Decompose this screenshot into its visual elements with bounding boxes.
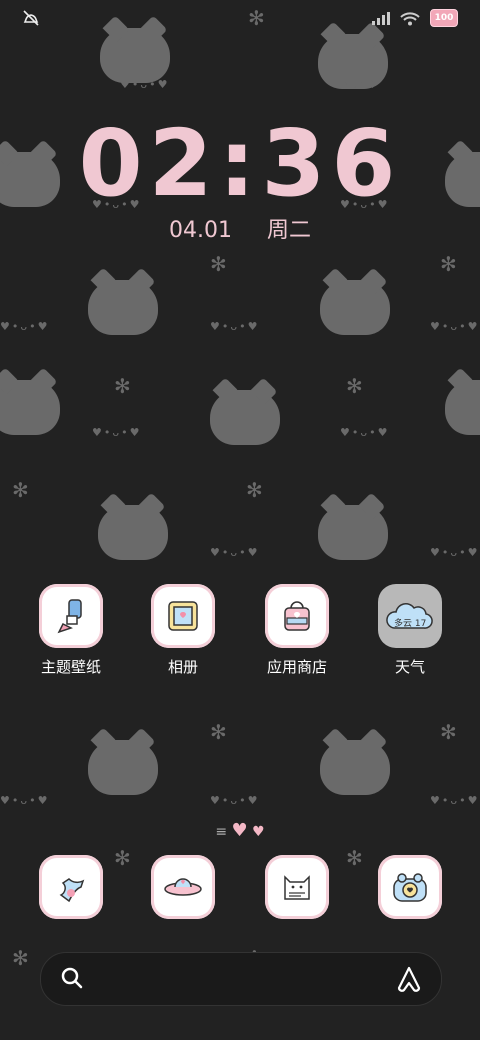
snowflake-icon: ✻ [440,252,457,276]
kitty-pattern [320,280,390,335]
ufo-message-icon[interactable] [151,855,215,919]
heart-deco: ♥•ᴗ•♥ [210,794,260,807]
heart-deco: ♥•ᴗ•♥ [120,78,170,91]
status-bar: 100 [0,0,480,38]
snowflake-icon: ✻ [114,374,131,398]
shopping-bag-icon[interactable] [265,584,329,648]
date-day: 04.01 [169,218,232,243]
heart-deco: ♥•ᴗ•♥ [340,426,390,439]
paint-brush-icon[interactable] [39,584,103,648]
kitty-pattern [0,380,60,435]
heart-deco: ♥•ᴗ•♥ [210,320,260,333]
kitty-pattern [88,740,158,795]
app-gallery[interactable]: 相册 [128,584,238,677]
battery-indicator: 100 [430,9,458,27]
lock-clock[interactable]: 02:36 [0,110,480,217]
search-icon[interactable] [59,965,85,995]
heart-deco: ♥•ᴗ•♥ [0,320,50,333]
app-themes[interactable]: 主题壁纸 [16,584,126,677]
heart-deco: ♥•ᴗ•♥ [430,546,480,559]
app-label: 相册 [167,658,198,676]
photo-frame-icon[interactable] [151,584,215,648]
app-store[interactable]: 应用商店 [242,584,352,677]
kitty-pattern [320,740,390,795]
search-bar[interactable] [40,952,442,1006]
page-indicator[interactable]: ≡ ♥ ♥ [0,820,480,841]
kitty-pattern [98,505,168,560]
heart-deco: ♥•ᴗ•♥ [430,320,480,333]
dock-app-phone[interactable] [16,855,126,919]
kitty-pattern [210,390,280,445]
mute-vibrate-icon [22,9,40,32]
kitty-pattern [318,505,388,560]
assistant-icon[interactable] [395,965,423,997]
app-label: 主题壁纸 [40,658,101,676]
heart-deco: ♥•ᴗ•♥ [210,546,260,559]
date-weekday: 周二 [266,218,311,243]
date-display: 04.01 周二 [0,212,480,244]
app-label: 天气 [394,658,425,676]
heart-deco: ♥•ᴗ•♥ [430,794,480,807]
camera-frog-icon[interactable] [378,855,442,919]
dock-app-notes[interactable] [242,855,352,919]
signal-icon [372,11,390,25]
app-label: 应用商店 [266,658,327,676]
cloud-icon[interactable]: 多云 17 [378,584,442,648]
snowflake-icon: ✻ [12,478,29,502]
wifi-icon [400,11,420,26]
phone-icon[interactable] [39,855,103,919]
kitty-pattern [445,380,480,435]
dock-app-messages[interactable] [128,855,238,919]
page-indicator-heart-icon: ♥ [231,820,248,841]
heart-deco: ♥•ᴗ•♥ [330,78,380,91]
heart-deco: ♥•ᴗ•♥ [92,426,142,439]
dock-app-camera[interactable] [355,855,465,919]
snowflake-icon: ✻ [346,374,363,398]
app-weather[interactable]: 多云 17 天气 [355,584,465,677]
page-indicator-menu-icon: ≡ [215,824,228,840]
snowflake-icon: ✻ [440,720,457,744]
heart-deco: ♥•ᴗ•♥ [0,794,50,807]
snowflake-icon: ✻ [12,946,29,970]
snowflake-icon: ✻ [210,252,227,276]
weather-widget-text: 多云 17 [394,617,426,629]
snowflake-icon: ✻ [210,720,227,744]
cat-icon[interactable] [265,855,329,919]
kitty-pattern [88,280,158,335]
page-indicator-heart-icon: ♥ [252,824,265,840]
battery-level: 100 [434,13,454,23]
snowflake-icon: ✻ [246,478,263,502]
